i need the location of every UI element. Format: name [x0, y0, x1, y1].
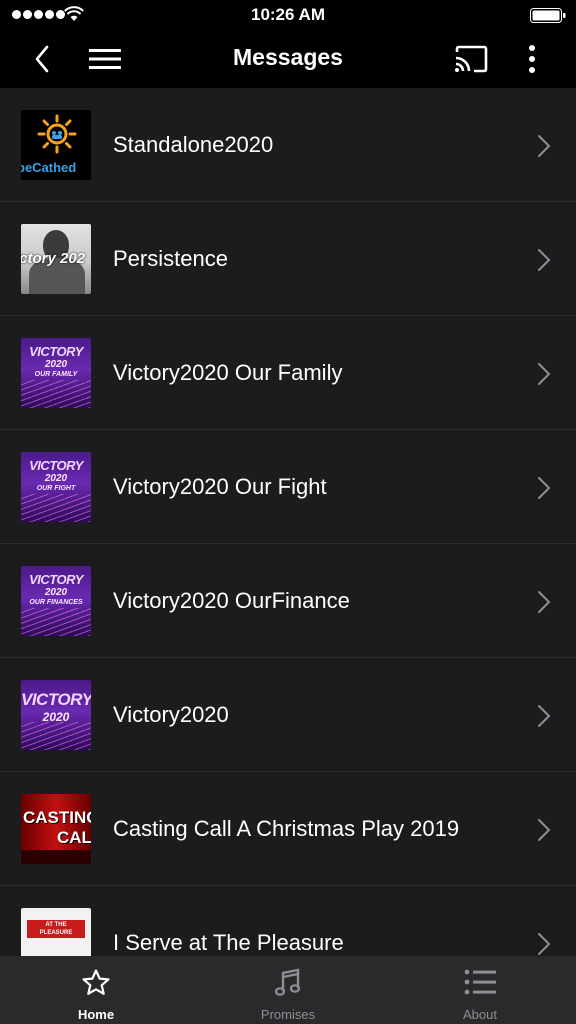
sun-logo-icon	[37, 114, 77, 154]
message-thumbnail: VICTORY 2020 OUR FAMILY	[21, 338, 91, 408]
list-item[interactable]: VICTORY 2020 OUR FINANCES Victory2020 Ou…	[0, 544, 576, 658]
more-options-button[interactable]	[512, 30, 552, 88]
cast-button[interactable]	[448, 30, 494, 88]
message-thumbnail: ictory 202	[21, 224, 91, 294]
chevron-right-icon	[538, 819, 551, 841]
message-thumbnail: VICTORY 2020 OUR FIGHT	[21, 452, 91, 522]
tab-about[interactable]: About	[384, 956, 576, 1024]
message-thumbnail: VICTORY 2020 OUR FINANCES	[21, 566, 91, 636]
tab-bar: Home Promises About	[0, 956, 576, 1024]
list-item[interactable]: VICTORY 2020 Victory2020	[0, 658, 576, 772]
chevron-right-icon	[538, 591, 551, 613]
chevron-right-icon	[538, 363, 551, 385]
list-item[interactable]: AT THE PLEASURE I Serve at The Pleasure	[0, 886, 576, 956]
chevron-right-icon	[538, 705, 551, 727]
message-title: Victory2020 OurFinance	[113, 588, 350, 613]
message-thumbnail: VICTORY 2020	[21, 680, 91, 750]
music-note-icon	[274, 968, 301, 996]
tab-promises[interactable]: Promises	[192, 956, 384, 1024]
tab-home[interactable]: Home	[0, 956, 192, 1024]
navigation-bar: Messages	[0, 30, 576, 88]
message-thumbnail: AT THE PLEASURE	[21, 908, 91, 956]
message-thumbnail: peCathed	[21, 110, 91, 180]
message-title: Persistence	[113, 246, 228, 271]
status-time: 10:26 AM	[250, 5, 325, 24]
list-item[interactable]: CASTING CALL Casting Call A Christmas Pl…	[0, 772, 576, 886]
message-thumbnail: CASTING CALL	[21, 794, 91, 864]
message-title: Casting Call A Christmas Play 2019	[113, 816, 460, 841]
message-title: Victory2020 Our Fight	[113, 474, 327, 499]
message-title: I Serve at The Pleasure	[113, 930, 344, 955]
list-item[interactable]: VICTORY 2020 OUR FAMILY Victory2020 Our …	[0, 316, 576, 430]
list-item[interactable]: VICTORY 2020 OUR FIGHT Victory2020 Our F…	[0, 430, 576, 544]
star-icon	[82, 969, 110, 995]
chevron-right-icon	[538, 135, 551, 157]
chevron-right-icon	[538, 933, 551, 955]
list-item[interactable]: ictory 202 Persistence	[0, 202, 576, 316]
message-title: Victory2020 Our Family	[113, 360, 343, 385]
more-vertical-icon	[529, 45, 535, 73]
status-bar: 10:26 AM	[0, 0, 576, 30]
cast-icon	[455, 45, 488, 73]
list-icon	[464, 969, 496, 995]
message-title: Standalone2020	[113, 132, 274, 157]
chevron-right-icon	[538, 477, 551, 499]
battery-full-icon	[530, 8, 566, 23]
messages-list[interactable]: peCathed Standalone2020 ictory 202 Persi…	[0, 88, 576, 956]
message-title: Victory2020	[113, 702, 229, 727]
chevron-right-icon	[538, 249, 551, 271]
list-item[interactable]: peCathed Standalone2020	[0, 88, 576, 202]
